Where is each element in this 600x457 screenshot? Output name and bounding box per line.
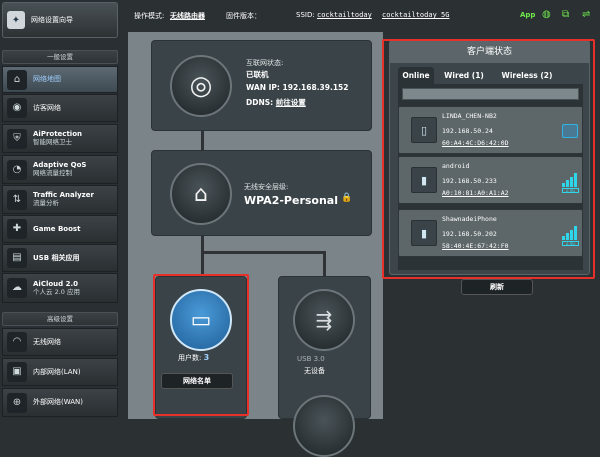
cloud-icon: ☁ bbox=[7, 278, 27, 298]
ddns-setup-link[interactable]: 前往设置 bbox=[276, 98, 306, 107]
internet-status-value: 已联机 bbox=[246, 70, 269, 79]
traffic-icon: ⇅ bbox=[7, 189, 27, 210]
quick-setup-label: 网络设置向导 bbox=[31, 16, 73, 24]
sidebar-item-sublabel: 流量分析 bbox=[33, 199, 59, 208]
wan-ip-label: WAN IP: bbox=[246, 83, 280, 92]
sidebar-item-label: USB 相关应用 bbox=[33, 253, 80, 262]
ssid-2g-link[interactable]: cocktailtoday bbox=[317, 11, 372, 19]
usb-app-icon: ▤ bbox=[7, 248, 27, 268]
sidebar-item-label: AiCloud 2.0 bbox=[33, 279, 78, 288]
sidebar-item-label: 外部网络(WAN) bbox=[33, 398, 84, 407]
sidebar-item-wireless[interactable]: ◠ 无线网络 bbox=[2, 328, 118, 356]
sidebar-item-game-boost[interactable]: ✚ Game Boost bbox=[2, 215, 118, 243]
wan-ip-value: 192.168.39.152 bbox=[282, 83, 349, 92]
connector bbox=[201, 251, 326, 254]
shield-icon: ⛨ bbox=[7, 128, 27, 149]
network-map-icon: ⌂ bbox=[7, 69, 27, 90]
ssid-5g-link[interactable]: cocktailtoday_5G bbox=[382, 11, 449, 19]
router-node[interactable]: ⌂ 无线安全层级: WPA2-Personal 🔒 bbox=[151, 150, 372, 236]
sidebar-item-network-map[interactable]: ⌂ 网络地图 bbox=[2, 66, 118, 93]
sidebar-item-guest-network[interactable]: ◉ 访客网络 bbox=[2, 94, 118, 122]
sidebar-item-sublabel: 个人云 2.0 应用 bbox=[33, 287, 80, 296]
highlight-box bbox=[153, 274, 249, 416]
quick-setup-button[interactable]: ✦ 网络设置向导 bbox=[2, 2, 118, 38]
sidebar-item-label: 无线网络 bbox=[33, 337, 61, 346]
router-icon: ⌂ bbox=[170, 163, 232, 225]
sidebar-item-aicloud[interactable]: ☁ AiCloud 2.0 个人云 2.0 应用 bbox=[2, 273, 118, 303]
refresh-button[interactable]: 刷新 bbox=[461, 279, 533, 295]
sidebar-item-label: Game Boost bbox=[33, 224, 81, 233]
qos-icon: ◔ bbox=[7, 159, 27, 180]
sidebar: ✦ 网络设置向导 一般设置 ⌂ 网络地图 ◉ 访客网络 ⛨ AiProtecti… bbox=[0, 0, 120, 419]
usb-port-label: USB 3.0 bbox=[297, 355, 325, 363]
sidebar-item-sublabel: 智能网络卫士 bbox=[33, 138, 72, 147]
lock-icon: 🔒 bbox=[341, 193, 353, 203]
sidebar-item-label: 访客网络 bbox=[33, 103, 61, 112]
game-icon: ✚ bbox=[7, 219, 27, 239]
usb-node[interactable]: ⇶ USB 3.0 无设备 bbox=[278, 276, 371, 457]
highlight-box bbox=[382, 39, 595, 279]
wireless-icon: ◠ bbox=[7, 332, 27, 352]
connector bbox=[323, 251, 326, 276]
sidebar-item-usb-apps[interactable]: ▤ USB 相关应用 bbox=[2, 244, 118, 272]
advanced-section-header: 高级设置 bbox=[2, 312, 118, 326]
usb-status-icon[interactable]: ⇌ bbox=[582, 9, 590, 20]
lan-icon: ▣ bbox=[7, 362, 27, 382]
internet-node[interactable]: ◎ 互联网状态: 已联机 WAN IP: 192.168.39.152 DDNS… bbox=[151, 40, 372, 131]
sidebar-item-sublabel: 网络流量控制 bbox=[33, 169, 72, 178]
globe-icon: ◎ bbox=[170, 55, 232, 117]
internet-status-label: 互联网状态: bbox=[246, 59, 284, 67]
sidebar-item-traffic-analyzer[interactable]: ⇅ Traffic Analyzer 流量分析 bbox=[2, 185, 118, 214]
operation-mode-link[interactable]: 无线路由器 bbox=[170, 11, 205, 21]
wan-icon: ⊕ bbox=[7, 392, 27, 413]
general-section-header: 一般设置 bbox=[2, 50, 118, 64]
app-link[interactable]: App bbox=[520, 11, 535, 19]
security-label: 无线安全层级: bbox=[244, 183, 289, 191]
operation-mode-label: 操作模式: bbox=[134, 12, 165, 20]
sidebar-item-label: 内部网络(LAN) bbox=[33, 367, 81, 376]
top-bar: 操作模式: 无线路由器 固件版本： SSID: cocktailtoday co… bbox=[120, 0, 600, 32]
firmware-label: 固件版本： bbox=[226, 12, 261, 20]
sidebar-item-aiprotection[interactable]: ⛨ AiProtection 智能网络卫士 bbox=[2, 124, 118, 153]
user-icon[interactable]: ◍ bbox=[542, 9, 551, 20]
sidebar-item-lan[interactable]: ▣ 内部网络(LAN) bbox=[2, 358, 118, 386]
security-value: WPA2-Personal bbox=[244, 194, 338, 207]
usb-icon bbox=[293, 395, 355, 457]
connector bbox=[201, 130, 204, 150]
ssid-label: SSID: bbox=[296, 11, 315, 19]
guest-network-icon: ◉ bbox=[7, 98, 27, 118]
sidebar-item-adaptive-qos[interactable]: ◔ Adaptive QoS 网络流量控制 bbox=[2, 155, 118, 184]
copy-icon[interactable]: ⧉ bbox=[562, 9, 569, 20]
sidebar-item-label: 网络地图 bbox=[33, 75, 61, 84]
sidebar-item-wan[interactable]: ⊕ 外部网络(WAN) bbox=[2, 388, 118, 417]
ddns-label: DDNS: bbox=[246, 98, 274, 107]
usb-icon: ⇶ bbox=[293, 289, 355, 351]
connector bbox=[201, 251, 204, 276]
usb-status-text: 无设备 bbox=[304, 367, 325, 375]
wand-icon: ✦ bbox=[7, 11, 25, 29]
